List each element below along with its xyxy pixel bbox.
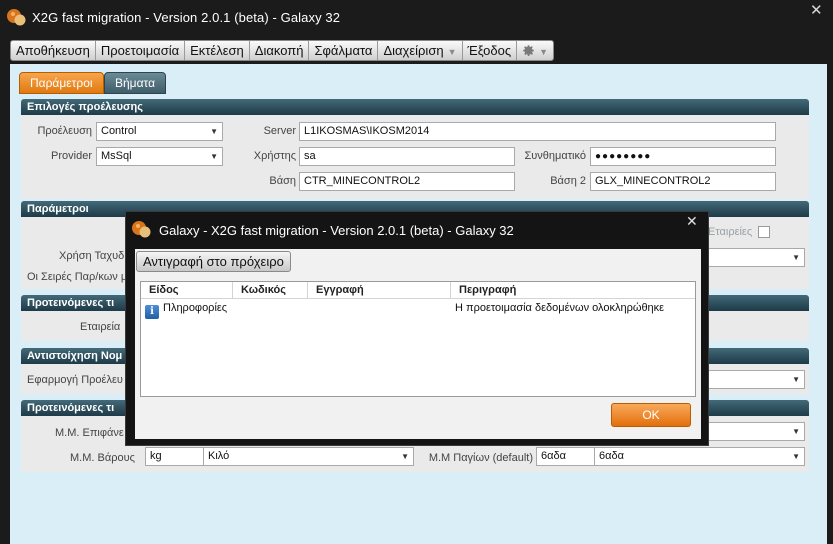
tab-parameters[interactable]: Παράμετροι: [19, 72, 104, 94]
provider-label: Provider: [51, 150, 92, 162]
cell-description: Η προετοιμασία δεδομένων ολοκληρώθηκε: [455, 302, 665, 314]
cell-code: [233, 299, 308, 318]
menu-settings[interactable]: ▼: [517, 41, 553, 60]
companies-label: Εταιρείες: [708, 226, 753, 238]
params-select[interactable]: ▼: [708, 248, 805, 267]
copy-to-clipboard-button[interactable]: Αντιγραφή στο πρόχειρο: [136, 251, 291, 272]
menu-exit[interactable]: Έξοδος: [463, 41, 518, 60]
database-label: Βάση: [269, 175, 296, 187]
column-description[interactable]: Περιγραφή: [451, 282, 695, 299]
chevron-down-icon: ▼: [401, 452, 409, 461]
fixed-assets-unit-code[interactable]: 6αδα: [536, 447, 595, 466]
surface-unit-label: Μ.Μ. Επιφάνε: [55, 427, 124, 439]
menu-save[interactable]: Αποθήκευση: [11, 41, 96, 60]
database2-field[interactable]: GLX_MINECONTROL2: [590, 172, 776, 191]
surface-unit-select[interactable]: ▼: [708, 422, 805, 441]
fixed-assets-unit-select[interactable]: 6αδα ▼: [594, 447, 805, 466]
menu-prepare[interactable]: Προετοιμασία: [96, 41, 186, 60]
column-record[interactable]: Εγγραφή: [308, 282, 451, 299]
chevron-down-icon: ▼: [539, 47, 549, 57]
user-field[interactable]: sa: [299, 147, 515, 166]
password-field[interactable]: ●●●●●●●●: [590, 147, 776, 166]
weight-unit-select[interactable]: Κιλό ▼: [203, 447, 414, 466]
dialog-title: Galaxy - X2G fast migration - Version 2.…: [159, 223, 514, 238]
chevron-down-icon: ▼: [792, 427, 800, 436]
company-label: Εταιρεία: [80, 321, 121, 333]
source-select[interactable]: Control ▼: [96, 122, 223, 141]
mapping-select[interactable]: ▼: [708, 370, 805, 389]
menu-stop[interactable]: Διακοπή: [250, 41, 310, 60]
cell-record: [308, 299, 451, 318]
grid-header: Είδος Κωδικός Εγγραφή Περιγραφή: [141, 282, 695, 299]
source-label: Προέλευση: [37, 125, 92, 137]
info-dialog: Galaxy - X2G fast migration - Version 2.…: [125, 211, 709, 446]
weight-unit-label: Μ.Μ. Βάρους: [70, 452, 135, 464]
server-label: Server: [263, 125, 296, 137]
dialog-close-icon[interactable]: ✕: [686, 214, 698, 230]
app-logo-icon: [7, 9, 26, 26]
user-label: Χρήστης: [253, 150, 296, 162]
table-row[interactable]: i Πληροφορίες Η προετοιμασία δεδομένων ολ…: [141, 299, 695, 319]
cash-user-label: Χρήση Ταχυδ: [59, 250, 125, 262]
tab-steps[interactable]: Βήματα: [104, 72, 167, 94]
chevron-down-icon: ▼: [447, 47, 457, 57]
app-logo-icon: [132, 221, 151, 238]
panel-header: Επιλογές προέλευσης: [21, 99, 809, 115]
password-label: Συνθηματικό: [524, 150, 586, 162]
messages-grid: Είδος Κωδικός Εγγραφή Περιγραφή i Πληροφο…: [140, 281, 696, 397]
chevron-down-icon: ▼: [210, 152, 218, 161]
database2-label: Βάση 2: [550, 175, 586, 187]
menu-execute[interactable]: Εκτέλεση: [185, 41, 250, 60]
dialog-body: Αντιγραφή στο πρόχειρο Είδος Κωδικός Εγγ…: [135, 249, 701, 439]
menu-bar: Αποθήκευση Προετοιμασία Εκτέλεση Διακοπή…: [10, 40, 555, 61]
cell-type: i Πληροφορίες: [141, 299, 233, 319]
menu-manage[interactable]: Διαχείριση ▼: [378, 41, 463, 60]
window-title: X2G fast migration - Version 2.0.1 (beta…: [32, 10, 341, 25]
fixed-assets-unit-label: Μ.Μ Παγίων (default): [428, 452, 533, 464]
gear-icon: [523, 45, 534, 56]
column-code[interactable]: Κωδικός: [233, 282, 308, 299]
companies-checkbox[interactable]: [758, 226, 770, 238]
weight-unit-code[interactable]: kg: [145, 447, 204, 466]
server-field[interactable]: L1IKOSMAS\IKOSM2014: [299, 122, 776, 141]
database-field[interactable]: CTR_MINECONTROL2: [299, 172, 515, 191]
chevron-down-icon: ▼: [792, 452, 800, 461]
ok-button[interactable]: OK: [611, 403, 691, 427]
window-close-icon[interactable]: ✕: [810, 1, 823, 19]
menu-errors[interactable]: Σφάλματα: [309, 41, 379, 60]
column-type[interactable]: Είδος: [141, 282, 233, 299]
provider-select[interactable]: MsSql ▼: [96, 147, 223, 166]
series-label: Οι Σειρές Παρ/κων μ: [27, 271, 128, 283]
chevron-down-icon: ▼: [792, 253, 800, 262]
info-icon: i: [145, 305, 159, 319]
title-bar: X2G fast migration - Version 2.0.1 (beta…: [0, 0, 833, 36]
apply-source-label: Εφαρμογή Προέλευ: [27, 374, 123, 386]
chevron-down-icon: ▼: [792, 375, 800, 384]
chevron-down-icon: ▼: [210, 127, 218, 136]
